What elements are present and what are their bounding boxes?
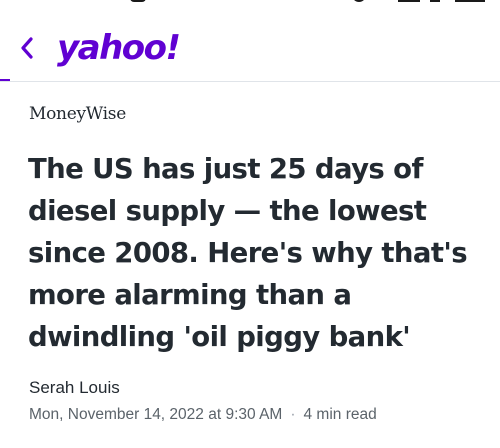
status-icon bbox=[398, 0, 420, 2]
back-button[interactable] bbox=[10, 28, 50, 68]
status-icon bbox=[352, 0, 366, 2]
signal-icon bbox=[430, 0, 440, 2]
publish-date: Mon, November 14, 2022 at 9:30 AM bbox=[29, 406, 283, 423]
read-time: 4 min read bbox=[303, 406, 377, 423]
chevron-left-icon bbox=[21, 37, 33, 59]
status-bar bbox=[0, 0, 500, 4]
battery-icon bbox=[455, 0, 485, 2]
app-header: yahoo! bbox=[0, 24, 500, 72]
header-divider bbox=[0, 81, 500, 82]
yahoo-logo[interactable]: yahoo! bbox=[57, 24, 181, 72]
status-icon bbox=[130, 0, 146, 2]
article-headline: The US has just 25 days of diesel supply… bbox=[28, 153, 468, 353]
publisher-name[interactable]: MoneyWise bbox=[29, 104, 126, 124]
article-meta: Mon, November 14, 2022 at 9:30 AM · 4 min … bbox=[29, 406, 377, 424]
meta-separator: · bbox=[290, 406, 296, 423]
author-name[interactable]: Serah Louis bbox=[29, 378, 120, 398]
